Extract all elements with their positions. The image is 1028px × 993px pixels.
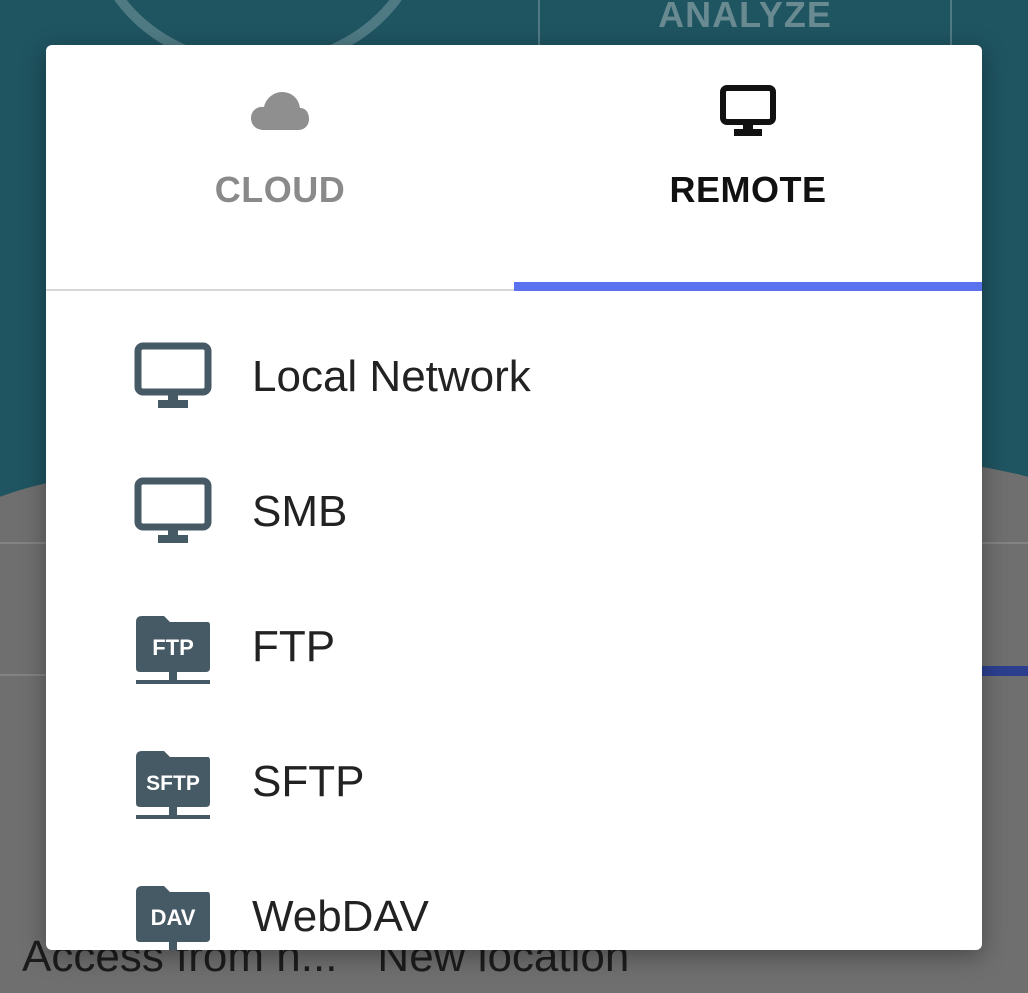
cloud-icon (250, 83, 310, 139)
monitor-icon (134, 342, 212, 412)
monitor-icon (134, 477, 212, 547)
ftp-icon-text: FTP (152, 635, 194, 660)
sftp-icon-text: SFTP (146, 772, 200, 795)
add-location-dialog: CLOUD REMOTE Local Network SMB FTP FTP S… (46, 45, 982, 950)
tab-cloud[interactable]: CLOUD (46, 45, 514, 291)
list-item-label: Local Network (252, 351, 531, 401)
dav-icon-text: DAV (151, 905, 196, 930)
list-item-label: SFTP (252, 756, 365, 806)
webdav-server-icon: DAV (134, 882, 212, 950)
tab-indicator-background (982, 666, 1028, 676)
analyze-label: ANALYZE (658, 0, 832, 35)
tab-remote[interactable]: REMOTE (514, 45, 982, 291)
tab-remote-label: REMOTE (669, 169, 827, 210)
list-item-smb[interactable]: SMB (46, 444, 982, 579)
list-item-label: WebDAV (252, 891, 429, 941)
list-item-label: SMB (252, 486, 348, 536)
sftp-server-icon: SFTP (134, 747, 212, 819)
list-item-sftp[interactable]: SFTP SFTP (46, 714, 982, 849)
list-item-label: FTP (252, 621, 336, 671)
list-item-webdav[interactable]: DAV WebDAV (46, 849, 982, 950)
list-item-ftp[interactable]: FTP FTP (46, 579, 982, 714)
ftp-server-icon: FTP (134, 612, 212, 684)
tab-indicator (514, 282, 982, 291)
monitor-icon (720, 83, 776, 139)
tab-bar: CLOUD REMOTE (46, 45, 982, 291)
list-item-local-network[interactable]: Local Network (46, 309, 982, 444)
tab-cloud-label: CLOUD (214, 169, 346, 210)
